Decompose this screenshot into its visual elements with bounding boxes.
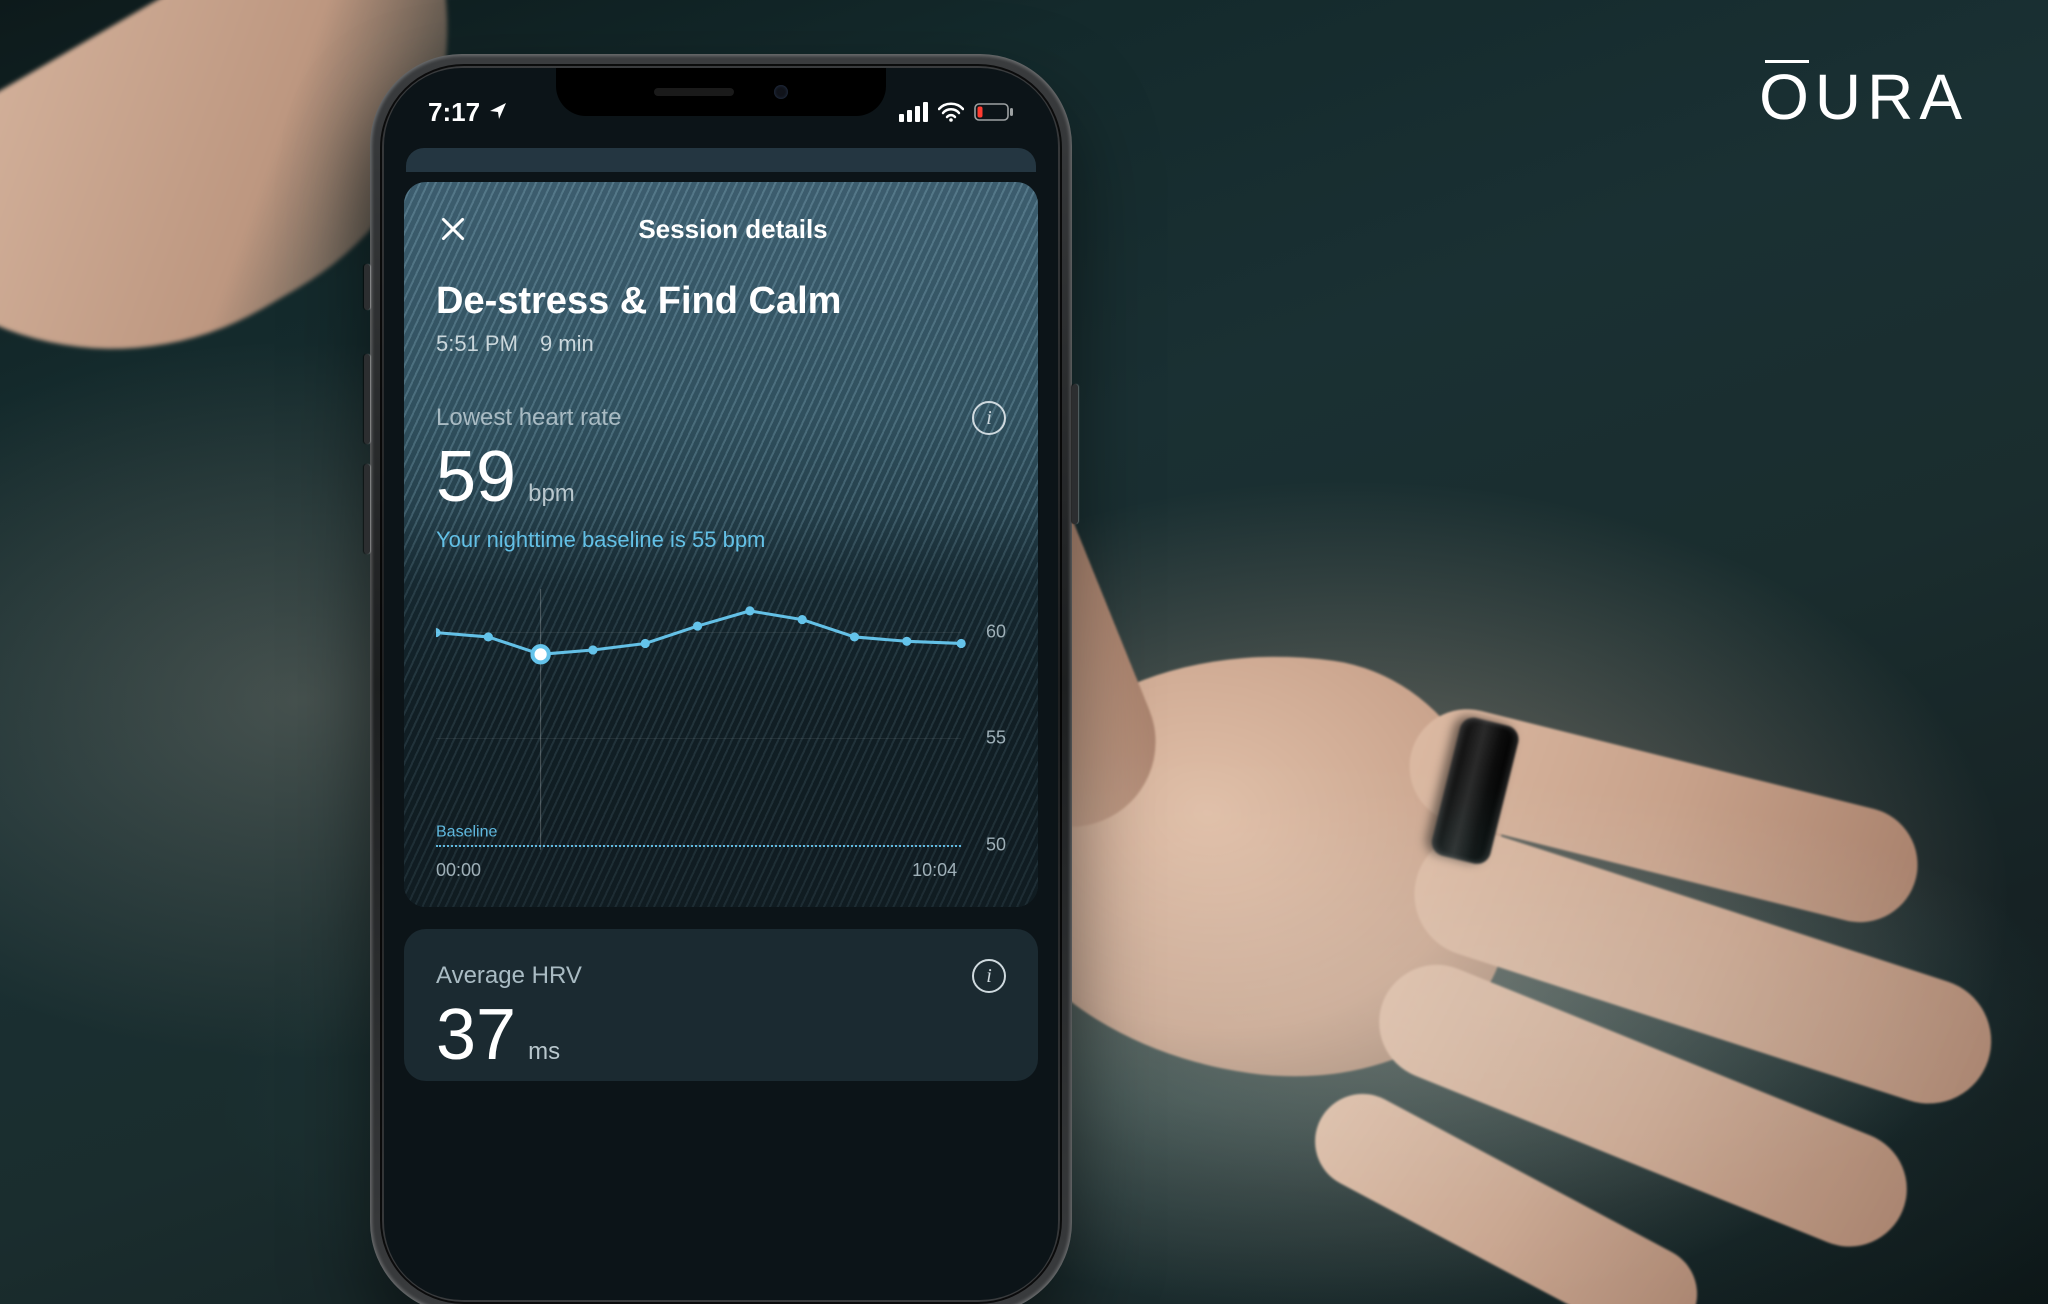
card-header: Session details bbox=[436, 212, 1006, 246]
brand-logo: OURA bbox=[1759, 60, 1968, 134]
lowest-hr-value: 59 bbox=[436, 441, 516, 513]
front-camera bbox=[774, 85, 788, 99]
volume-up-button[interactable] bbox=[364, 354, 370, 444]
lowest-hr-label: Lowest heart rate bbox=[436, 404, 621, 432]
session-title: De-stress & Find Calm bbox=[436, 280, 1006, 323]
heart-rate-line bbox=[436, 579, 1006, 884]
battery-low-icon bbox=[974, 103, 1014, 121]
avg-hrv-info-button[interactable]: i bbox=[972, 959, 1006, 993]
marketing-stage: OURA 7:17 bbox=[0, 0, 2048, 1304]
average-hrv-card: Average HRV i 37 ms bbox=[404, 929, 1038, 1081]
phone-notch bbox=[556, 68, 886, 116]
app-scroll-area[interactable]: Session details De-stress & Find Calm 5:… bbox=[384, 148, 1058, 1300]
avg-hrv-unit: ms bbox=[528, 1038, 560, 1066]
phone-frame: 7:17 bbox=[370, 54, 1072, 1304]
volume-down-button[interactable] bbox=[364, 464, 370, 554]
lowest-hr-unit: bpm bbox=[528, 480, 575, 508]
card-header-title: Session details bbox=[494, 214, 972, 245]
baseline-note: Your nighttime baseline is 55 bpm bbox=[436, 527, 1006, 553]
close-button[interactable] bbox=[436, 212, 470, 246]
phone-screen: 7:17 bbox=[384, 68, 1058, 1300]
previous-card-peek bbox=[406, 148, 1036, 172]
status-time: 7:17 bbox=[428, 97, 480, 128]
heart-rate-chart[interactable]: 505560Baseline00:0010:04 bbox=[436, 579, 1006, 879]
session-meta: 5:51 PM 9 min bbox=[436, 331, 1006, 357]
silence-switch[interactable] bbox=[364, 264, 370, 310]
speaker-grille bbox=[654, 88, 734, 96]
session-duration: 9 min bbox=[540, 331, 594, 357]
avg-hrv-value: 37 bbox=[436, 999, 516, 1071]
session-time: 5:51 PM bbox=[436, 331, 518, 357]
lowest-hr-info-button[interactable]: i bbox=[972, 401, 1006, 435]
session-card: Session details De-stress & Find Calm 5:… bbox=[404, 182, 1038, 907]
cellular-signal-icon bbox=[899, 102, 928, 122]
wifi-icon bbox=[938, 102, 964, 122]
avg-hrv-label: Average HRV bbox=[436, 962, 582, 990]
power-button[interactable] bbox=[1072, 384, 1078, 524]
location-arrow-icon bbox=[488, 97, 508, 128]
